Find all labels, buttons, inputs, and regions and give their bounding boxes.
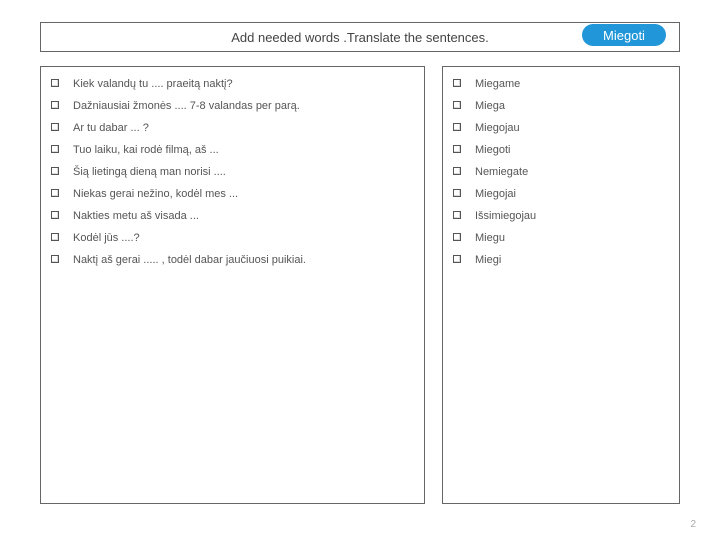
- topic-badge-label: Miegoti: [603, 28, 645, 43]
- square-bullet-icon: [51, 79, 59, 87]
- square-bullet-icon: [51, 255, 59, 263]
- list-item: Miegame: [453, 77, 671, 91]
- list-item: Miegojau: [453, 121, 671, 135]
- list-item-text: Miegoti: [475, 143, 510, 157]
- square-bullet-icon: [453, 79, 461, 87]
- list-item: Kiek valandų tu .... praeitą naktį?: [51, 77, 416, 91]
- list-item-text: Miega: [475, 99, 505, 113]
- list-item: Miegu: [453, 231, 671, 245]
- list-item: Nemiegate: [453, 165, 671, 179]
- list-item-text: Kodėl jūs ....?: [73, 231, 140, 245]
- words-panel: Miegame Miega Miegojau Miegoti Nemiegate…: [442, 66, 680, 504]
- square-bullet-icon: [453, 255, 461, 263]
- list-item-text: Miegame: [475, 77, 520, 91]
- square-bullet-icon: [453, 167, 461, 175]
- list-item-text: Miegi: [475, 253, 501, 267]
- square-bullet-icon: [51, 167, 59, 175]
- list-item-text: Kiek valandų tu .... praeitą naktį?: [73, 77, 233, 91]
- square-bullet-icon: [51, 145, 59, 153]
- list-item: Miegoti: [453, 143, 671, 157]
- list-item: Išsimiegojau: [453, 209, 671, 223]
- list-item: Ar tu dabar ... ?: [51, 121, 416, 135]
- sentences-panel: Kiek valandų tu .... praeitą naktį? Dažn…: [40, 66, 425, 504]
- square-bullet-icon: [453, 233, 461, 241]
- list-item: Nakties metu aš visada ...: [51, 209, 416, 223]
- list-item-text: Nakties metu aš visada ...: [73, 209, 199, 223]
- list-item-text: Ar tu dabar ... ?: [73, 121, 149, 135]
- list-item-text: Miegojau: [475, 121, 520, 135]
- square-bullet-icon: [51, 101, 59, 109]
- list-item: Kodėl jūs ....?: [51, 231, 416, 245]
- topic-badge: Miegoti: [582, 24, 666, 46]
- square-bullet-icon: [453, 123, 461, 131]
- square-bullet-icon: [51, 233, 59, 241]
- square-bullet-icon: [51, 123, 59, 131]
- square-bullet-icon: [51, 189, 59, 197]
- header-title: Add needed words .Translate the sentence…: [231, 30, 489, 45]
- list-item: Miegi: [453, 253, 671, 267]
- square-bullet-icon: [453, 211, 461, 219]
- list-item: Miega: [453, 99, 671, 113]
- list-item-text: Miegu: [475, 231, 505, 245]
- list-item-text: Miegojai: [475, 187, 516, 201]
- square-bullet-icon: [453, 189, 461, 197]
- square-bullet-icon: [51, 211, 59, 219]
- page-number: 2: [690, 519, 696, 530]
- list-item-text: Šią lietingą dieną man norisi ....: [73, 165, 226, 179]
- list-item: Šią lietingą dieną man norisi ....: [51, 165, 416, 179]
- list-item-text: Išsimiegojau: [475, 209, 536, 223]
- square-bullet-icon: [453, 101, 461, 109]
- list-item: Naktį aš gerai ..... , todėl dabar jauči…: [51, 253, 416, 267]
- list-item: Dažniausiai žmonės .... 7-8 valandas per…: [51, 99, 416, 113]
- list-item: Niekas gerai nežino, kodėl mes ...: [51, 187, 416, 201]
- list-item-text: Naktį aš gerai ..... , todėl dabar jauči…: [73, 253, 306, 267]
- list-item-text: Tuo laiku, kai rodė filmą, aš ...: [73, 143, 219, 157]
- list-item-text: Nemiegate: [475, 165, 528, 179]
- list-item: Miegojai: [453, 187, 671, 201]
- list-item-text: Dažniausiai žmonės .... 7-8 valandas per…: [73, 99, 300, 113]
- list-item: Tuo laiku, kai rodė filmą, aš ...: [51, 143, 416, 157]
- square-bullet-icon: [453, 145, 461, 153]
- list-item-text: Niekas gerai nežino, kodėl mes ...: [73, 187, 238, 201]
